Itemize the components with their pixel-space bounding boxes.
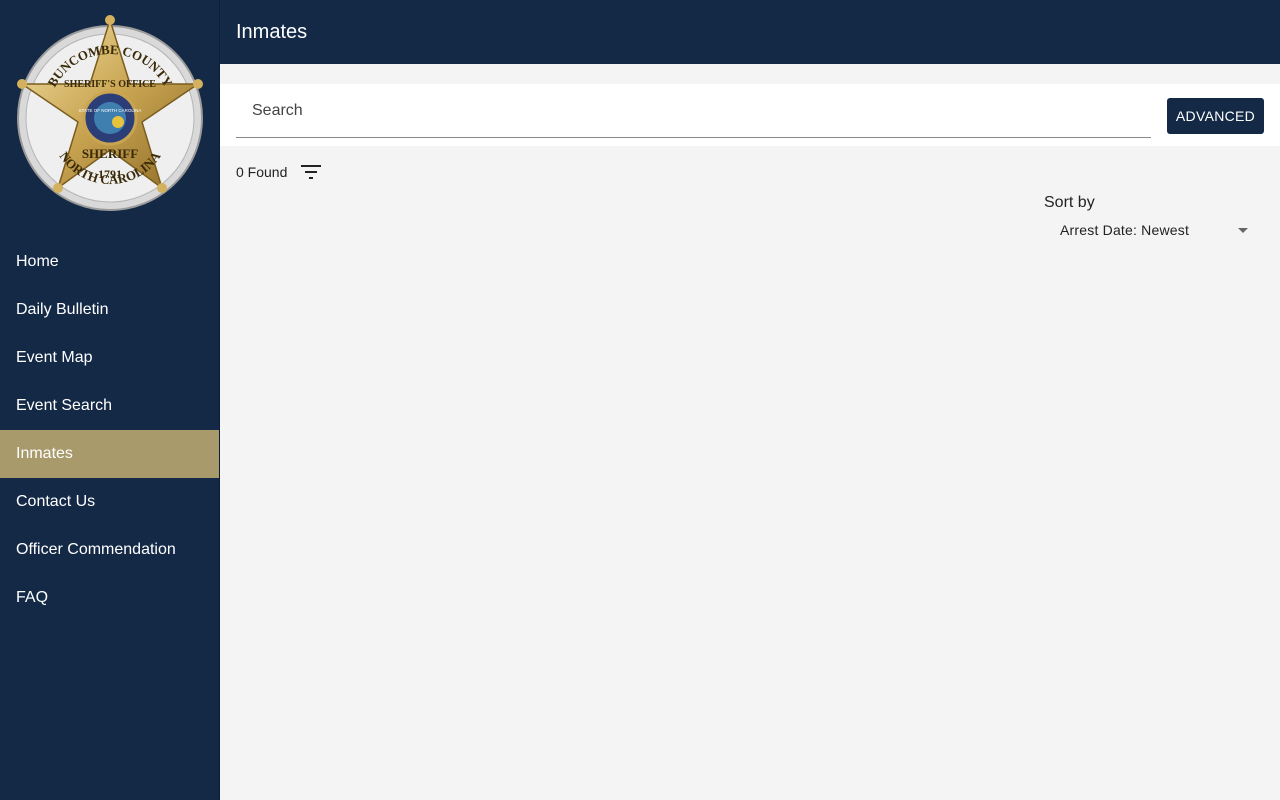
badge-year: 1791 [98, 167, 122, 181]
sort-label: Sort by [1044, 194, 1095, 211]
sidebar-item-label: Contact Us [16, 493, 96, 510]
arrow-drop-down-icon [1238, 227, 1248, 233]
sidebar-item-label: Daily Bulletin [16, 301, 109, 318]
top-app-bar: Inmates [220, 0, 1280, 64]
sidebar-item-inmates[interactable]: Inmates [0, 430, 219, 478]
sidebar-item-event-search[interactable]: Event Search [0, 382, 219, 430]
sidebar-item-faq[interactable]: FAQ [0, 574, 219, 622]
badge-office-text: SHERIFF'S OFFICE [64, 79, 156, 90]
advanced-search-button[interactable]: ADVANCED [1167, 98, 1264, 134]
sort-control: Sort by Arrest Date: Newest [1044, 194, 1256, 242]
sidebar-item-label: FAQ [16, 589, 49, 606]
sidebar-item-officer-commendation[interactable]: Officer Commendation [0, 526, 219, 574]
search-panel: ADVANCED [220, 84, 1280, 146]
page-title: Inmates [236, 20, 308, 43]
sidebar-item-contact-us[interactable]: Contact Us [0, 478, 219, 526]
sidebar-item-label: Event Map [16, 349, 93, 366]
sidebar-item-label: Officer Commendation [16, 541, 176, 558]
results-count: 0 Found [236, 164, 288, 180]
sheriff-badge-logo[interactable]: BUNCOMBE COUNTY NORTH CAROLINA SHERIFF'S… [16, 12, 204, 224]
sort-selected-value: Arrest Date: Newest [1060, 222, 1190, 238]
search-field [236, 84, 1151, 138]
sidebar-item-home[interactable]: Home [0, 238, 219, 286]
sidebar-item-event-map[interactable]: Event Map [0, 334, 219, 382]
sidebar-item-label: Home [16, 253, 59, 270]
badge-seal-text: STATE OF NORTH CAROLINA [79, 108, 142, 113]
filter-list-icon[interactable] [299, 160, 323, 184]
search-input[interactable] [236, 84, 1151, 137]
badge-center-text: SHERIFF [82, 146, 138, 161]
sidebar-item-label: Inmates [16, 445, 73, 462]
sidebar-nav: Home Daily Bulletin Event Map Event Sear… [0, 238, 219, 622]
sidebar: BUNCOMBE COUNTY NORTH CAROLINA SHERIFF'S… [0, 0, 220, 800]
sort-select[interactable]: Arrest Date: Newest [1044, 218, 1256, 242]
sidebar-item-daily-bulletin[interactable]: Daily Bulletin [0, 286, 219, 334]
results-bar: 0 Found [236, 160, 323, 184]
sidebar-item-label: Event Search [16, 397, 113, 414]
